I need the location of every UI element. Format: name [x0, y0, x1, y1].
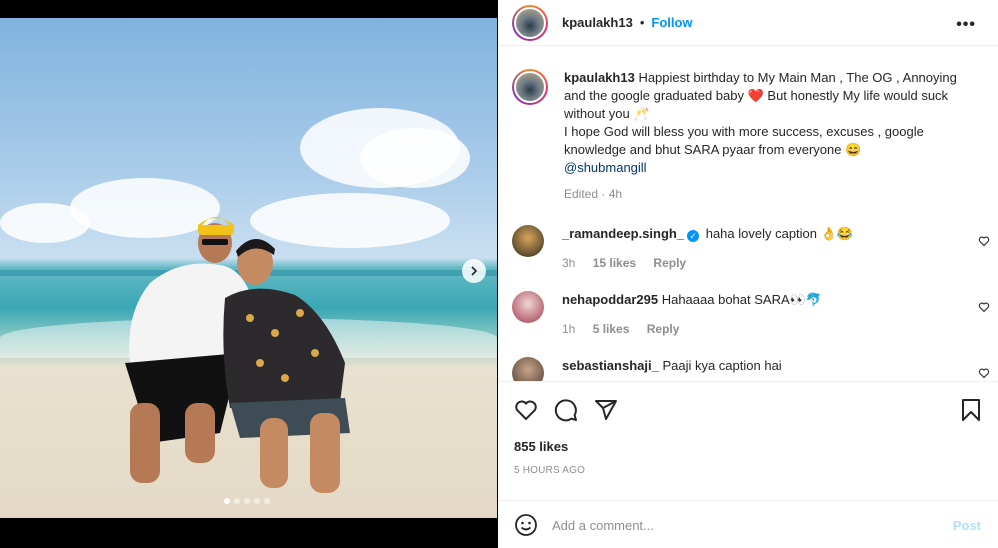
- post-header: kpaulakh13 • Follow •••: [498, 0, 998, 46]
- separator-dot: •: [639, 15, 645, 30]
- add-comment-input[interactable]: [552, 517, 932, 533]
- comment-item: _ramandeep.singh_ ✓ haha lovely caption 👌…: [512, 225, 992, 272]
- save-bookmark-icon[interactable]: [960, 398, 982, 422]
- carousel-dot: [234, 498, 240, 504]
- comment-meta: 3h 15 likes Reply: [562, 254, 853, 272]
- avatar: [514, 71, 546, 103]
- carousel-dot: [244, 498, 250, 504]
- smile-emoji: 😄: [845, 142, 862, 157]
- like-comment-heart-icon[interactable]: [978, 235, 990, 247]
- people-illustration: [125, 217, 350, 493]
- cheers-emoji: 🥂: [633, 106, 650, 121]
- comment-item: sebastianshaji_ Paaji kya caption hai: [512, 357, 992, 381]
- post-side-panel: kpaulakh13 • Follow ••• kpaulakh13 Happi…: [498, 0, 998, 548]
- comment-icon[interactable]: [554, 398, 578, 422]
- post-actions: 855 likes 5 HOURS AGO Post: [498, 381, 998, 548]
- comment-body: sebastianshaji_ Paaji kya caption hai: [562, 357, 782, 381]
- heart-emoji: ❤️: [747, 88, 764, 103]
- emoji-icon[interactable]: [514, 513, 538, 537]
- carousel-dots: [224, 498, 270, 504]
- author-username[interactable]: kpaulakh13: [562, 15, 633, 30]
- comments-list[interactable]: kpaulakh13 Happiest birthday to My Main …: [498, 47, 998, 381]
- comment-username[interactable]: nehapoddar295: [562, 292, 658, 307]
- caption-username[interactable]: kpaulakh13: [564, 70, 635, 85]
- reply-button[interactable]: Reply: [653, 256, 686, 270]
- caption-text: kpaulakh13 Happiest birthday to My Main …: [564, 69, 964, 203]
- post-photo[interactable]: [0, 18, 497, 518]
- comment-body: nehapoddar295 Hahaaaa bohat SARA👀🐬 1h 5 …: [562, 291, 822, 338]
- carousel-dot: [254, 498, 260, 504]
- like-comment-heart-icon[interactable]: [978, 301, 990, 313]
- post-comment-button[interactable]: Post: [953, 518, 981, 533]
- share-send-icon[interactable]: [594, 398, 618, 422]
- carousel-dot: [224, 498, 230, 504]
- add-comment-bar: Post: [498, 500, 998, 548]
- caption-avatar[interactable]: [512, 69, 548, 105]
- comment-time: 1h: [562, 322, 576, 336]
- comment-text: Hahaaaa bohat SARA👀🐬: [658, 292, 823, 307]
- commenter-avatar[interactable]: [512, 225, 544, 257]
- verified-badge-icon: ✓: [687, 230, 700, 242]
- cloud: [360, 128, 470, 188]
- commenter-avatar[interactable]: [512, 357, 544, 381]
- comment-body: _ramandeep.singh_ ✓ haha lovely caption 👌…: [562, 225, 853, 272]
- comment-item: nehapoddar295 Hahaaaa bohat SARA👀🐬 1h 5 …: [512, 291, 992, 338]
- comment-username[interactable]: _ramandeep.singh_: [562, 226, 684, 241]
- comment-text: haha lovely caption 👌😂: [702, 226, 854, 241]
- caption-line: I hope God will bless you with more succ…: [564, 124, 924, 157]
- comment-time: 3h: [562, 256, 576, 270]
- comment-text: Paaji kya caption hai: [658, 358, 782, 373]
- like-heart-icon[interactable]: [514, 398, 538, 422]
- more-options-icon[interactable]: •••: [956, 16, 976, 34]
- author-avatar[interactable]: [512, 4, 548, 41]
- post-modal: kpaulakh13 • Follow ••• kpaulakh13 Happi…: [0, 0, 998, 548]
- caption-meta: Edited · 4h: [564, 187, 623, 201]
- mention-link[interactable]: @shubmangill: [564, 160, 647, 175]
- comment-likes[interactable]: 15 likes: [593, 256, 636, 270]
- comment-meta: 1h 5 likes Reply: [562, 320, 822, 338]
- next-slide-button[interactable]: [462, 259, 486, 283]
- follow-button[interactable]: Follow: [651, 15, 692, 30]
- carousel-dot: [264, 498, 270, 504]
- likes-count[interactable]: 855 likes: [514, 439, 568, 454]
- commenter-avatar[interactable]: [512, 291, 544, 323]
- comment-username[interactable]: sebastianshaji_: [562, 358, 659, 373]
- chevron-right-icon: [471, 266, 478, 276]
- reply-button[interactable]: Reply: [647, 322, 680, 336]
- post-caption: kpaulakh13 Happiest birthday to My Main …: [512, 69, 982, 203]
- avatar: [514, 6, 546, 39]
- cloud: [0, 203, 90, 243]
- like-comment-heart-icon[interactable]: [978, 367, 990, 379]
- post-timestamp[interactable]: 5 HOURS AGO: [514, 465, 585, 476]
- comment-likes[interactable]: 5 likes: [593, 322, 630, 336]
